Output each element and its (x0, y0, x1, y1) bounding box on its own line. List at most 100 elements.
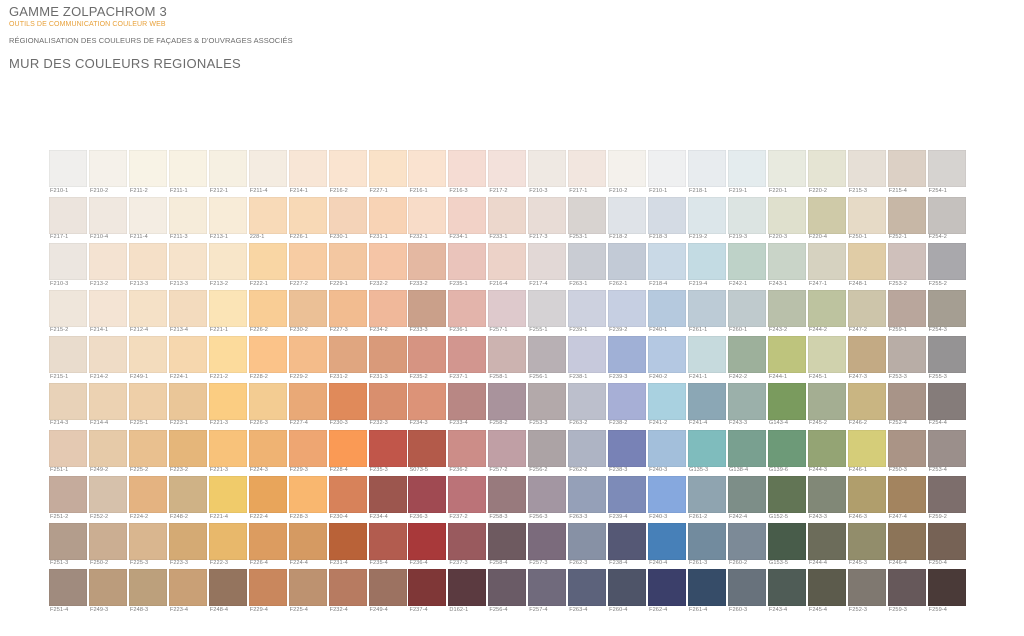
color-swatch-tile[interactable]: S073-5 (408, 429, 447, 477)
color-swatch[interactable] (128, 336, 167, 374)
color-swatch-tile[interactable]: F242-1 (727, 243, 766, 290)
color-swatch[interactable] (168, 569, 207, 607)
color-swatch[interactable] (328, 569, 367, 607)
color-swatch-tile[interactable]: F256-4 (488, 569, 527, 616)
color-swatch[interactable] (288, 569, 327, 607)
color-swatch[interactable] (88, 196, 127, 234)
color-swatch-tile[interactable]: F211-1 (168, 150, 207, 197)
color-swatch-tile[interactable]: F249-1 (128, 336, 167, 383)
color-swatch-tile[interactable]: F261-1 (688, 289, 726, 337)
color-swatch-tile[interactable]: F243-4 (767, 569, 806, 616)
color-swatch-tile[interactable]: F239-3 (608, 336, 647, 383)
color-swatch[interactable] (807, 569, 846, 607)
color-swatch-tile[interactable]: F231-3 (368, 336, 407, 383)
color-swatch[interactable] (288, 336, 327, 374)
color-swatch[interactable] (448, 429, 487, 467)
color-swatch[interactable] (927, 196, 966, 234)
color-swatch-tile[interactable]: F247-2 (847, 289, 886, 337)
color-swatch[interactable] (408, 289, 447, 327)
color-swatch[interactable] (488, 429, 527, 467)
color-swatch[interactable] (608, 476, 647, 514)
color-swatch-tile[interactable]: F248-1 (847, 243, 886, 290)
color-swatch-tile[interactable]: F260-2 (727, 522, 766, 570)
color-swatch[interactable] (767, 382, 806, 420)
color-swatch[interactable] (88, 522, 127, 560)
color-swatch[interactable] (568, 150, 607, 187)
color-swatch-tile[interactable]: F253-2 (887, 243, 926, 290)
color-swatch[interactable] (688, 569, 726, 607)
color-swatch-tile[interactable]: F239-1 (568, 289, 607, 337)
color-swatch-tile[interactable]: F247-4 (887, 476, 926, 523)
color-swatch-tile[interactable]: F255-3 (927, 336, 966, 383)
color-swatch-tile[interactable]: F255-2 (927, 243, 966, 290)
color-swatch-tile[interactable]: F226-3 (248, 382, 287, 430)
color-swatch[interactable] (727, 336, 766, 374)
color-swatch[interactable] (608, 522, 647, 560)
color-swatch[interactable] (688, 336, 726, 374)
color-swatch-tile[interactable]: F216-3 (448, 150, 487, 197)
color-swatch[interactable] (128, 476, 167, 514)
color-swatch-tile[interactable]: 228-1 (248, 196, 287, 244)
color-swatch-tile[interactable]: F240-4 (648, 522, 687, 570)
color-swatch[interactable] (208, 382, 247, 420)
color-swatch-tile[interactable]: F246-3 (847, 476, 886, 523)
color-swatch[interactable] (328, 522, 367, 560)
color-swatch-tile[interactable]: F218-1 (688, 150, 726, 197)
color-swatch-tile[interactable]: F258-4 (488, 522, 527, 570)
color-swatch-tile[interactable]: F259-3 (887, 569, 926, 616)
color-swatch[interactable] (688, 289, 726, 327)
color-swatch[interactable] (648, 196, 687, 234)
color-swatch-tile[interactable]: F217-1 (49, 196, 87, 244)
color-swatch[interactable] (288, 196, 327, 234)
color-swatch[interactable] (208, 196, 247, 234)
color-swatch-tile[interactable]: F217-4 (528, 243, 567, 290)
color-swatch[interactable] (128, 382, 167, 420)
color-swatch[interactable] (88, 382, 127, 420)
color-swatch-tile[interactable]: F218-3 (648, 196, 687, 244)
color-swatch-tile[interactable]: F254-1 (927, 150, 966, 197)
color-swatch[interactable] (887, 289, 926, 327)
color-swatch[interactable] (727, 476, 766, 514)
color-swatch-tile[interactable]: F221-3 (208, 429, 247, 477)
color-swatch[interactable] (688, 429, 726, 467)
color-swatch-tile[interactable]: F213-2 (208, 243, 247, 290)
color-swatch[interactable] (128, 150, 167, 187)
color-swatch[interactable] (368, 289, 407, 327)
color-swatch-tile[interactable]: F211-2 (128, 150, 167, 197)
color-swatch-tile[interactable]: F237-4 (408, 569, 447, 616)
color-swatch[interactable] (128, 522, 167, 560)
color-swatch-tile[interactable]: F254-2 (927, 196, 966, 244)
color-swatch[interactable] (608, 429, 647, 467)
color-swatch[interactable] (488, 569, 527, 607)
color-swatch[interactable] (887, 429, 926, 467)
color-swatch-tile[interactable]: F212-1 (208, 150, 247, 197)
color-swatch[interactable] (368, 243, 407, 281)
color-swatch-tile[interactable]: F241-4 (688, 382, 726, 430)
color-swatch-tile[interactable]: F223-3 (168, 522, 207, 570)
color-swatch-tile[interactable]: F226-2 (248, 289, 287, 337)
color-swatch-tile[interactable]: F240-3 (648, 476, 687, 523)
color-swatch-tile[interactable]: F254-3 (927, 289, 966, 337)
color-swatch-tile[interactable]: G139-6 (767, 429, 806, 477)
color-swatch-tile[interactable]: F210-4 (88, 196, 127, 244)
color-swatch-tile[interactable]: F249-3 (88, 569, 127, 616)
color-swatch[interactable] (608, 196, 647, 234)
color-swatch[interactable] (887, 569, 926, 607)
color-swatch[interactable] (408, 196, 447, 234)
color-swatch[interactable] (208, 243, 247, 281)
color-swatch[interactable] (568, 382, 607, 420)
color-swatch[interactable] (49, 243, 87, 281)
color-swatch-tile[interactable]: F219-4 (688, 243, 726, 290)
color-swatch-tile[interactable]: F219-2 (688, 196, 726, 244)
color-swatch-tile[interactable]: F248-3 (128, 569, 167, 616)
color-swatch[interactable] (847, 289, 886, 327)
color-swatch-tile[interactable]: F251-2 (49, 476, 87, 523)
color-swatch-tile[interactable]: F238-2 (608, 382, 647, 430)
color-swatch-tile[interactable]: F211-3 (168, 196, 207, 244)
color-swatch[interactable] (128, 196, 167, 234)
color-swatch-tile[interactable]: F214-4 (88, 382, 127, 430)
color-swatch-tile[interactable]: F262-3 (568, 522, 607, 570)
color-swatch-tile[interactable]: F245-3 (847, 522, 886, 570)
color-swatch[interactable] (807, 243, 846, 281)
color-swatch-tile[interactable]: F262-4 (648, 569, 687, 616)
